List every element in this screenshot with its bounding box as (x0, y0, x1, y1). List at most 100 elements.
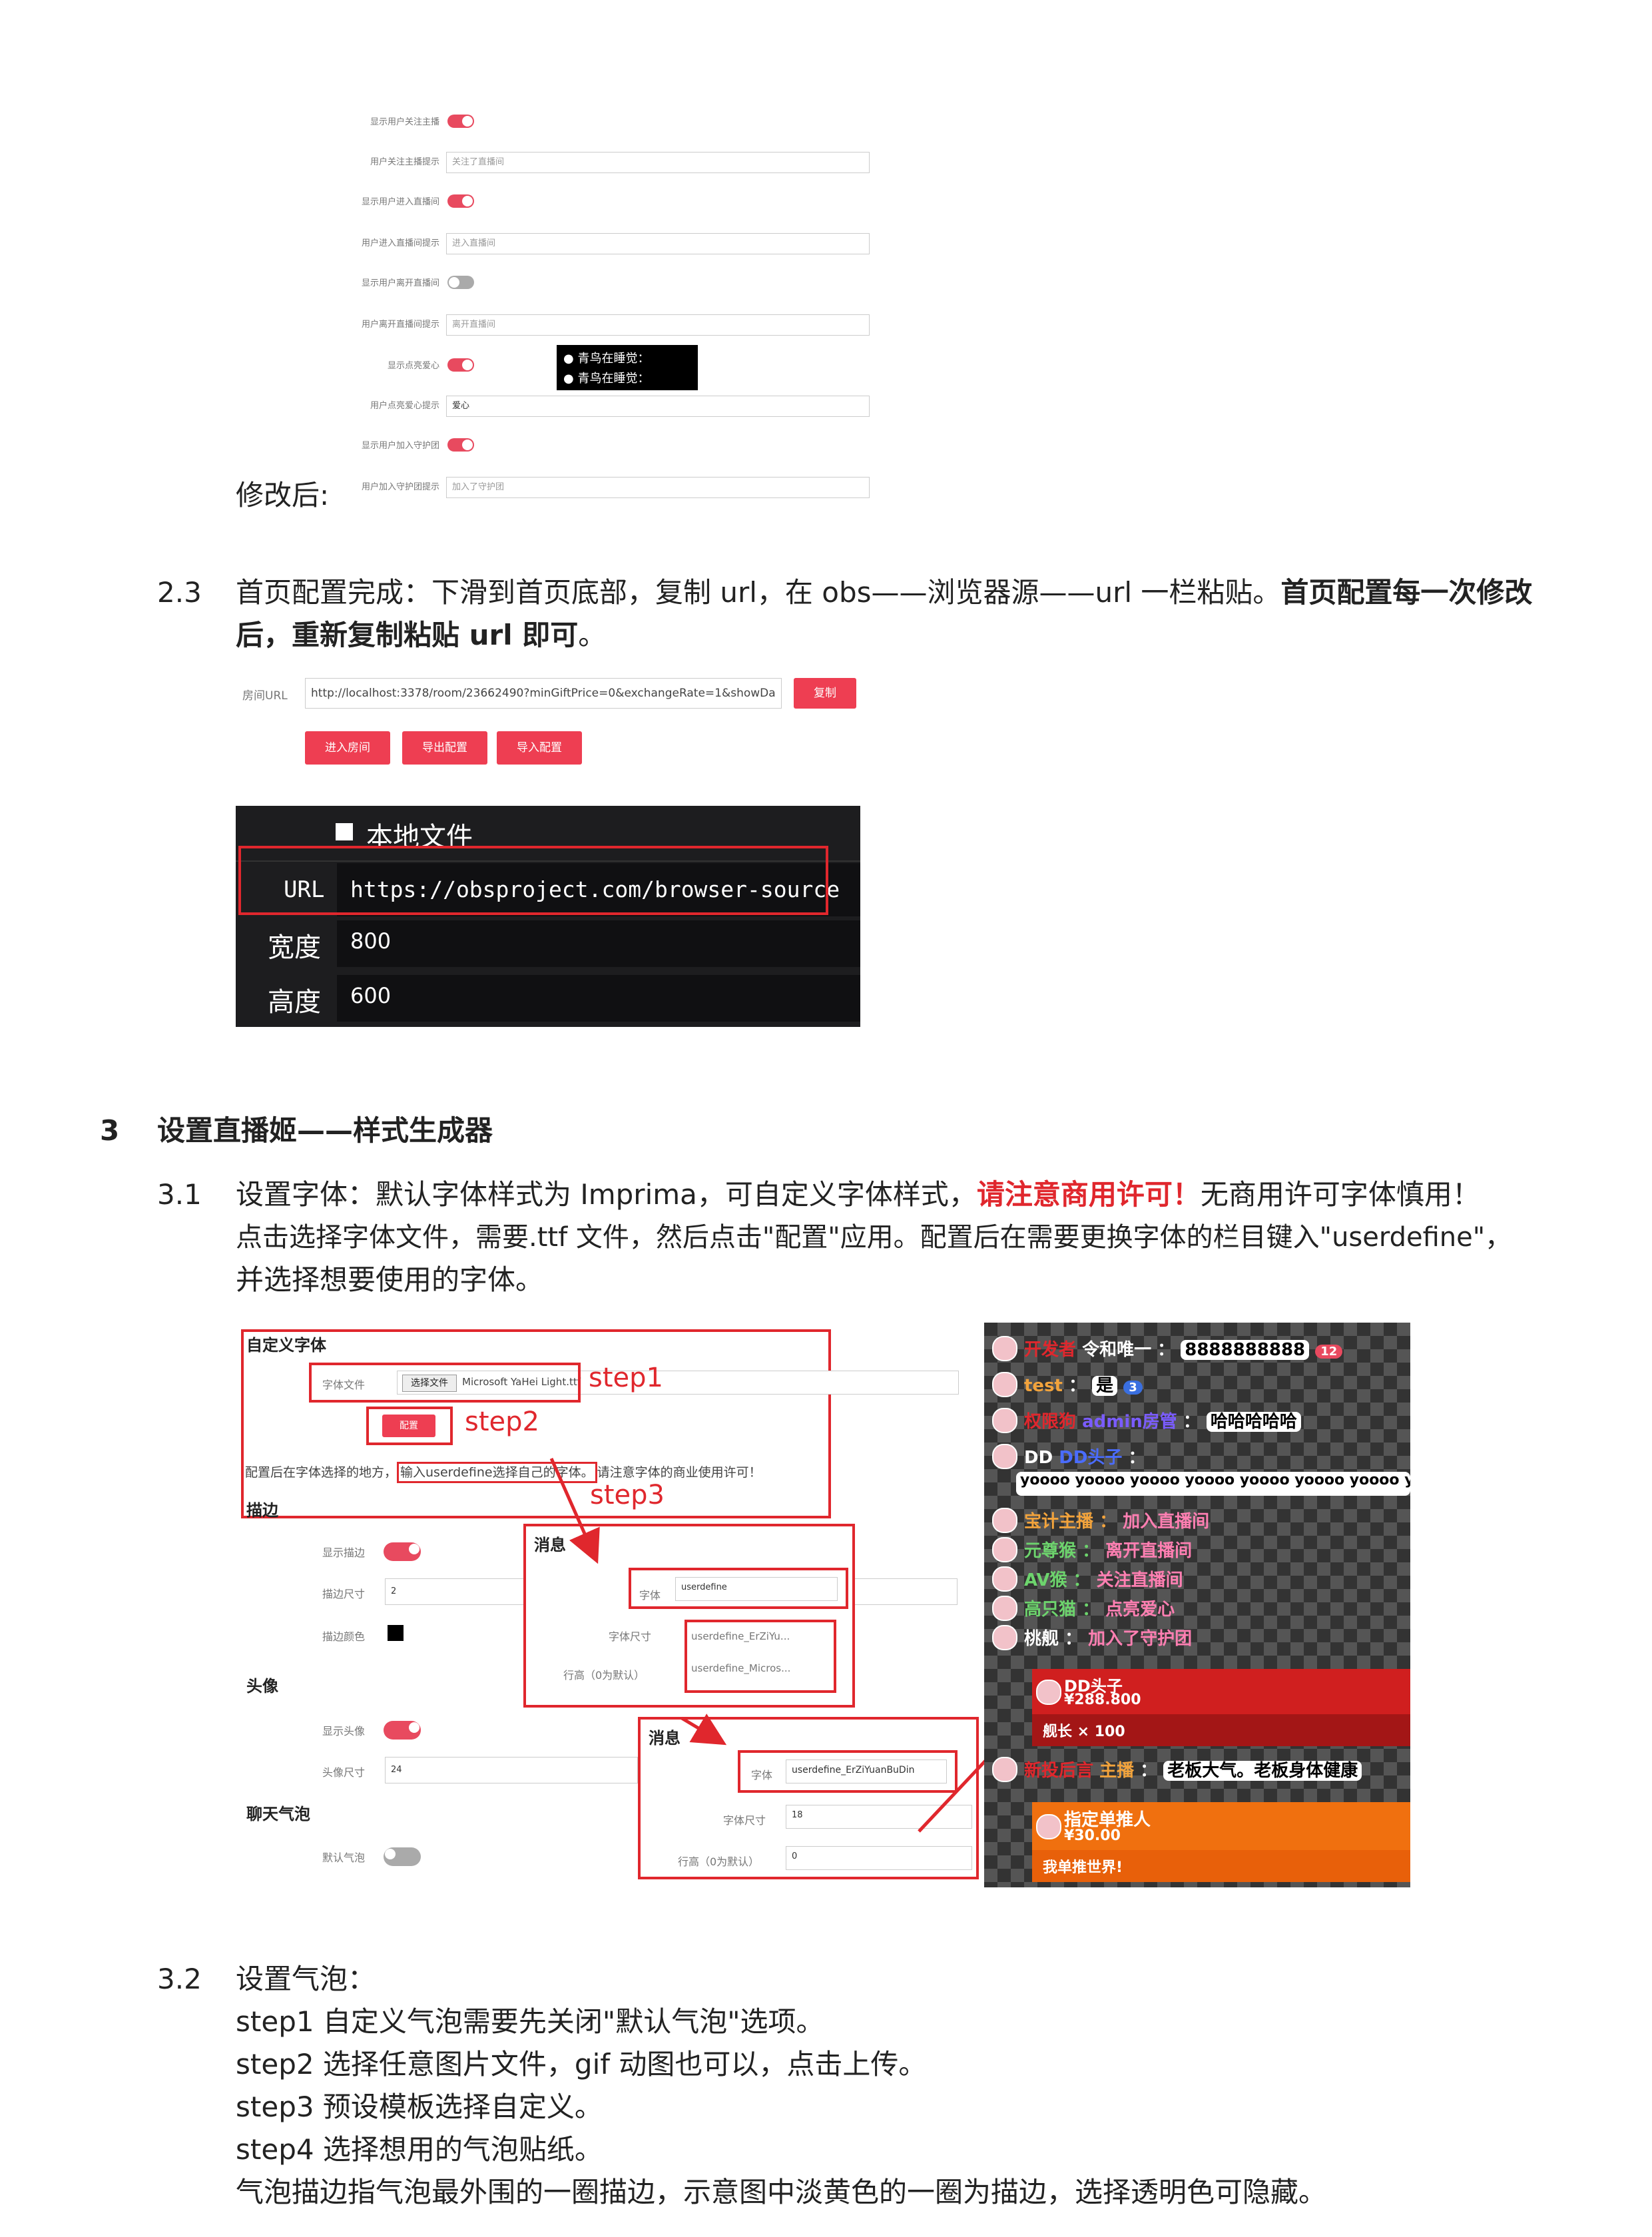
section-2-3-text-cont: 后，重新复制粘贴 url 即可。 (236, 614, 606, 657)
section-3-2-line: 气泡描边指气泡最外围的一圈描边，示意图中淡黄色的一圈为描边，选择透明色可隐藏。 (236, 2176, 1327, 2208)
avatar-icon (992, 1372, 1017, 1397)
user-tag: test (1024, 1376, 1063, 1396)
avatar-icon (992, 1508, 1017, 1533)
width-value: 800 (350, 928, 392, 954)
import-config-button[interactable]: 导入配置 (497, 731, 582, 765)
height-value: 600 (350, 983, 392, 1008)
msg-bubble: 哈哈哈哈哈 (1206, 1412, 1301, 1432)
text-normal: 设置字体：默认字体样式为 Imprima，可自定义字体样式， (236, 1178, 977, 1211)
width-label: 宽度 (268, 932, 321, 963)
user-tag: 开发者 (1024, 1340, 1077, 1360)
stroke-title: 描边 (246, 1501, 278, 1520)
toggle-default-bubble[interactable] (384, 1847, 421, 1866)
avatar-icon (1036, 1814, 1061, 1839)
toggle-leave[interactable] (447, 276, 474, 289)
step2-label: step2 (465, 1407, 539, 1437)
toggle-stroke[interactable] (384, 1542, 421, 1561)
custom-font-title: 自定义字体 (246, 1336, 326, 1355)
text-bold: 首页配置每一次修改 (1280, 576, 1533, 609)
long-msg-text: yoooo yoooo yoooo yoooo yoooo yoooo yooo… (1020, 1472, 1410, 1488)
user-name: 令和唯一 (1082, 1340, 1152, 1360)
danmaku-text: 宝计主播 ： 加入直播间 (1024, 1508, 1209, 1532)
follow-tip-input[interactable]: 关注了直播间 (446, 152, 870, 173)
enter-room-button[interactable]: 进入房间 (305, 731, 390, 765)
step2-highlight (366, 1407, 453, 1445)
toggle-guard[interactable] (447, 438, 474, 452)
stroke-color-swatch[interactable] (388, 1625, 404, 1641)
toggle-enter[interactable] (447, 194, 474, 208)
toggle-avatar[interactable] (384, 1721, 421, 1740)
user-tag: AV猴 (1024, 1570, 1067, 1590)
stroke-size-label: 描边尺寸 (322, 1588, 366, 1600)
default-bubble-label: 默认气泡 (322, 1851, 366, 1864)
copy-button[interactable]: 复制 (794, 678, 856, 709)
avatar-icon (1036, 1680, 1061, 1705)
avatar-icon (992, 1596, 1017, 1621)
section-number: 3 (100, 1114, 120, 1147)
msg-bubble: 老板大气。老板身体健康 (1163, 1761, 1362, 1781)
section-3-2-line: 设置气泡： (236, 1963, 376, 1995)
enter-tip-input[interactable]: 进入直播间 (446, 233, 870, 254)
text-warning: 请注意商用许可！ (976, 1178, 1201, 1211)
like-tip-input[interactable]: 爱心 (446, 396, 870, 417)
leave-tip-input[interactable]: 离开直播间 (446, 314, 870, 336)
msg-text: 离开直播间 (1105, 1541, 1193, 1561)
section-2-3-text: 首页配置完成：下滑到首页底部，复制 url，在 obs——浏览器源——url 一… (236, 571, 1532, 614)
height-label: 高度 (268, 987, 321, 1018)
settings-row-label: 显示用户关注主播 (370, 117, 439, 127)
step1-label: step1 (589, 1363, 663, 1393)
section-3-2-line: step3 预设模板选择自定义。 (236, 2090, 603, 2123)
settings-row-label: 显示用户进入直播间 (361, 197, 439, 207)
line-height-input[interactable]: 0 (786, 1846, 972, 1870)
room-url-input[interactable]: http://localhost:3378/room/23662490?minG… (305, 678, 782, 709)
arrow-popup1-to-popup2 (681, 1714, 727, 1746)
avatar-icon (992, 1757, 1017, 1782)
line-height-label: 行高（0为默认） (678, 1855, 760, 1868)
danmaku-text: 开发者 令和唯一 ： 8888888888 12 (1024, 1336, 1343, 1361)
user-name: 主播 (1099, 1761, 1135, 1781)
text-normal: 无商用许可字体慎用！ (1200, 1178, 1480, 1211)
preview-avatar-icon: ● (563, 372, 574, 386)
toggle-follow[interactable] (447, 115, 474, 128)
settings-row-label: 显示点亮爱心 (387, 361, 439, 371)
section-3-2-line: step1 自定义气泡需要先关闭"默认气泡"选项。 (236, 2005, 824, 2038)
sep: ： (1157, 1340, 1175, 1360)
user-tag: 高只猫 (1024, 1600, 1077, 1620)
sc-msg: 我单推世界! (1043, 1859, 1123, 1876)
user-tag: 元尊猴 (1024, 1541, 1077, 1561)
super-chat-2-body: 我单推世界! (1032, 1850, 1410, 1882)
height-field[interactable] (337, 975, 860, 1022)
width-field[interactable] (337, 920, 860, 967)
msg-bubble: 8888888888 (1181, 1340, 1310, 1360)
avatar-size-label: 头像尺寸 (322, 1766, 366, 1779)
stroke-color-label: 描边颜色 (322, 1630, 366, 1643)
count-badge: 12 (1315, 1345, 1343, 1359)
settings-row-label: 用户关注主播提示 (370, 157, 439, 167)
settings-row-label: 用户离开直播间提示 (361, 320, 439, 330)
guard-tip-input[interactable]: 加入了守护团 (446, 477, 870, 498)
count-badge: 3 (1123, 1381, 1143, 1395)
local-file-checkbox[interactable] (336, 823, 353, 840)
sep: ： (1082, 1541, 1100, 1561)
sep: ： (1183, 1412, 1201, 1432)
danmaku-text: 新投后言 主播 ： 老板大气。老板身体健康 (1024, 1757, 1362, 1781)
danmaku-text: 高只猫 ： 点亮爱心 (1024, 1596, 1175, 1620)
section-3-1-line3: 并选择想要使用的字体。 (236, 1263, 544, 1296)
preview-popup: ● 青鸟在睡觉： ● 青鸟在睡觉： (557, 345, 698, 390)
section-3-1-line2: 点击选择字体文件，需要.ttf 文件，然后点击"配置"应用。配置后在需要更换字体… (236, 1222, 1512, 1253)
export-config-button[interactable]: 导出配置 (402, 731, 487, 765)
user-name: admin房管 (1082, 1412, 1177, 1432)
settings-row-label: 用户加入守护团提示 (361, 482, 439, 492)
settings-row-label: 用户点亮爱心提示 (370, 401, 439, 411)
sc-price: ¥30.00 (1064, 1827, 1121, 1844)
show-avatar-label: 显示头像 (322, 1725, 366, 1738)
avatar-icon (992, 1336, 1017, 1361)
settings-row-label: 显示用户加入守护团 (361, 441, 439, 451)
section-number: 3.2 (157, 1963, 202, 1995)
text-end: 。 (578, 619, 607, 651)
super-chat-1-body: 舰长 × 100 (1032, 1714, 1410, 1746)
user-tag: 宝计主播 (1024, 1512, 1094, 1532)
user-tag: 桃舰 (1024, 1629, 1059, 1649)
step1-highlight (309, 1363, 581, 1403)
toggle-like[interactable] (447, 358, 474, 372)
